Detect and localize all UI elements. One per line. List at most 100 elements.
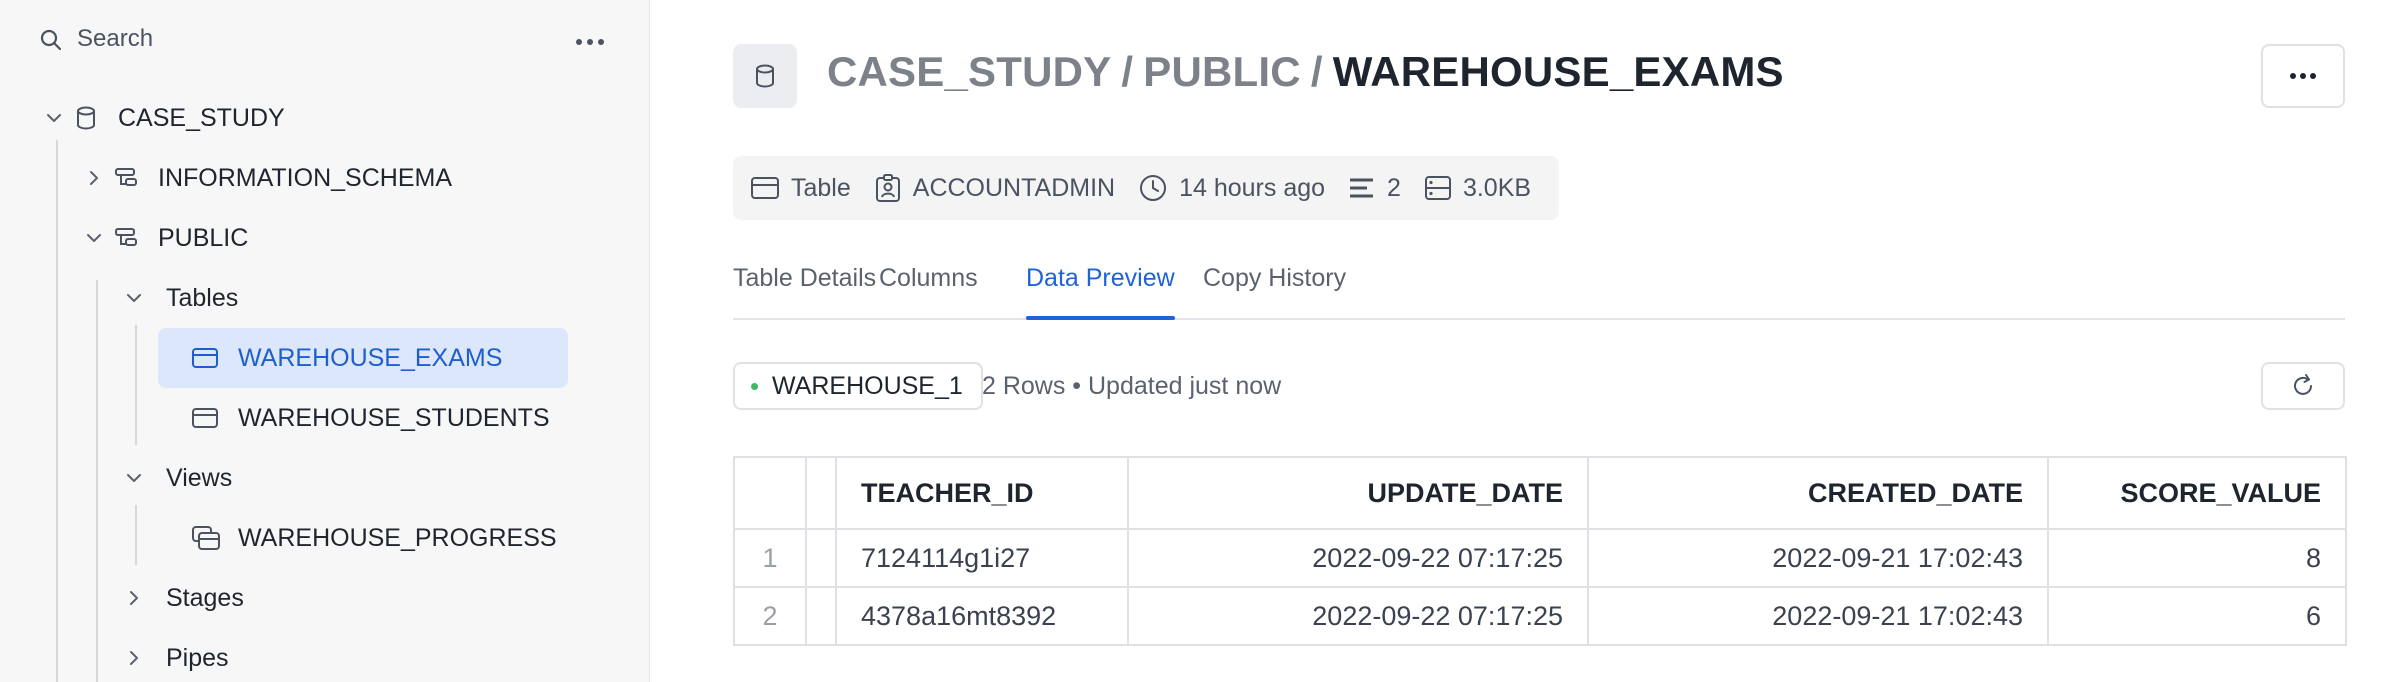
preview-status: 2 Rows • Updated just now	[982, 372, 1282, 400]
table-cell[interactable]: 8	[2047, 528, 2347, 588]
row-number: 1	[733, 528, 807, 588]
ellipsis-icon	[2289, 72, 2317, 80]
meta-size-label: 3.0KB	[1462, 173, 1532, 202]
chevron-down-icon	[124, 468, 144, 488]
page-title: WAREHOUSE_EXAMS	[1332, 48, 1784, 95]
tab-columns[interactable]: Columns	[879, 264, 978, 318]
search-placeholder[interactable]: Search	[77, 25, 153, 53]
row-number: 2	[733, 586, 807, 646]
table-row: 1 7124114g1i27 2022-09-22 07:17:25 2022-…	[733, 528, 2347, 588]
tree-group-stages[interactable]: Stages	[116, 568, 596, 628]
sidebar-search[interactable]: Search	[0, 0, 649, 84]
object-detail-panel: CASE_STUDY / PUBLIC / WAREHOUSE_EXAMS Table …	[651, 0, 2406, 682]
warehouse-selector[interactable]: WAREHOUSE_1	[733, 362, 983, 410]
meta-owner-label: ACCOUNTADMIN	[912, 173, 1116, 202]
warehouse-name: WAREHOUSE_1	[772, 371, 963, 400]
meta-rows: 2	[1349, 174, 1401, 203]
breadcrumb-separator: /	[1121, 48, 1134, 95]
rows-icon	[1349, 177, 1387, 199]
tree-item-table-warehouse-exams[interactable]: WAREHOUSE_EXAMS	[158, 328, 568, 388]
chevron-right-icon	[84, 168, 104, 188]
table-icon	[192, 348, 218, 368]
table-cell[interactable]: 4378a16mt8392	[835, 586, 1129, 646]
row-select-cell[interactable]	[805, 528, 837, 588]
column-header[interactable]: TEACHER_ID	[835, 456, 1129, 530]
tree-group-label: Tables	[166, 283, 239, 312]
warehouse-status-dot	[751, 382, 758, 390]
table-cell[interactable]: 2022-09-21 17:02:43	[1587, 586, 2049, 646]
table-icon	[751, 177, 791, 199]
tree-guide	[135, 505, 137, 565]
tree-label-schema: PUBLIC	[158, 223, 249, 252]
tree-guide	[135, 325, 137, 445]
tree-group-label: Pipes	[166, 643, 229, 672]
table-cell[interactable]: 6	[2047, 586, 2347, 646]
database-icon	[755, 64, 775, 88]
user-badge-icon	[875, 174, 913, 202]
table-cell[interactable]: 7124114g1i27	[835, 528, 1129, 588]
breadcrumb-schema[interactable]: PUBLIC	[1143, 48, 1301, 95]
refresh-icon	[2290, 373, 2316, 399]
storage-icon	[1424, 176, 1463, 200]
tree-group-label: Views	[166, 463, 233, 492]
tree-label-schema: INFORMATION_SCHEMA	[158, 163, 452, 192]
tree-group-pipes[interactable]: Pipes	[116, 628, 596, 682]
meta-rows-label: 2	[1387, 173, 1401, 202]
tree-guide	[56, 140, 58, 682]
tree-group-tables[interactable]: Tables	[116, 268, 596, 328]
clock-icon	[1139, 174, 1179, 202]
object-more-button[interactable]	[2261, 44, 2345, 108]
object-explorer-sidebar: Search CASE_STUDY INFORMATION_SCHEMA PUB…	[0, 0, 650, 682]
search-icon	[40, 29, 62, 51]
meta-type-label: Table	[791, 173, 851, 202]
table-icon	[192, 408, 218, 428]
schema-icon	[114, 166, 138, 190]
meta-modified-label: 14 hours ago	[1179, 173, 1326, 202]
tree-label-database: CASE_STUDY	[118, 103, 285, 132]
tree-item-schema-information-schema[interactable]: INFORMATION_SCHEMA	[76, 148, 596, 208]
meta-size: 3.0KB	[1424, 173, 1532, 203]
object-type-badge	[733, 44, 797, 108]
tree-group-label: Stages	[166, 583, 244, 612]
row-select-cell[interactable]	[805, 586, 837, 646]
column-header[interactable]: CREATED_DATE	[1587, 456, 2049, 530]
data-preview-table: TEACHER_ID UPDATE_DATE CREATED_DATE SCOR…	[733, 456, 2347, 646]
refresh-button[interactable]	[2261, 362, 2345, 410]
tab-table-details[interactable]: Table Details	[733, 264, 876, 318]
tree-label-table: WAREHOUSE_EXAMS	[238, 343, 503, 372]
table-cell[interactable]: 2022-09-22 07:17:25	[1127, 528, 1589, 588]
tree-item-database[interactable]: CASE_STUDY	[36, 88, 596, 148]
row-select-header	[805, 456, 837, 530]
view-icon	[192, 526, 220, 550]
column-header[interactable]: UPDATE_DATE	[1127, 456, 1589, 530]
object-metadata-bar: Table ACCOUNTADMIN 14 hours ago 2 3.0KB	[733, 156, 1559, 220]
chevron-down-icon	[44, 108, 64, 128]
chevron-right-icon	[124, 648, 144, 668]
breadcrumb: CASE_STUDY / PUBLIC / WAREHOUSE_EXAMS	[827, 48, 1784, 96]
ellipsis-icon	[575, 38, 605, 46]
meta-modified: 14 hours ago	[1139, 174, 1325, 203]
tab-copy-history[interactable]: Copy History	[1203, 264, 1346, 318]
schema-icon	[114, 226, 138, 250]
chevron-down-icon	[84, 228, 104, 248]
tree-guide	[96, 280, 98, 682]
table-cell[interactable]: 2022-09-22 07:17:25	[1127, 586, 1589, 646]
chevron-right-icon	[124, 588, 144, 608]
table-cell[interactable]: 2022-09-21 17:02:43	[1587, 528, 2049, 588]
tree-item-table-warehouse-students[interactable]: WAREHOUSE_STUDENTS	[158, 388, 568, 448]
sidebar-more-button[interactable]	[570, 30, 610, 54]
row-number-header	[733, 456, 807, 530]
tree-item-schema-public[interactable]: PUBLIC	[76, 208, 596, 268]
meta-owner: ACCOUNTADMIN	[875, 174, 1115, 203]
tab-data-preview[interactable]: Data Preview	[1026, 264, 1175, 320]
table-header-row: TEACHER_ID UPDATE_DATE CREATED_DATE SCOR…	[733, 456, 2347, 530]
tree-group-views[interactable]: Views	[116, 448, 596, 508]
tree-label-table: WAREHOUSE_STUDENTS	[238, 403, 550, 432]
meta-type: Table	[751, 174, 851, 203]
breadcrumb-database[interactable]: CASE_STUDY	[827, 48, 1111, 95]
database-icon	[76, 106, 96, 130]
table-row: 2 4378a16mt8392 2022-09-22 07:17:25 2022…	[733, 586, 2347, 646]
tree-item-view-warehouse-progress[interactable]: WAREHOUSE_PROGRESS	[158, 508, 568, 568]
column-header[interactable]: SCORE_VALUE	[2047, 456, 2347, 530]
breadcrumb-separator: /	[1310, 48, 1323, 95]
